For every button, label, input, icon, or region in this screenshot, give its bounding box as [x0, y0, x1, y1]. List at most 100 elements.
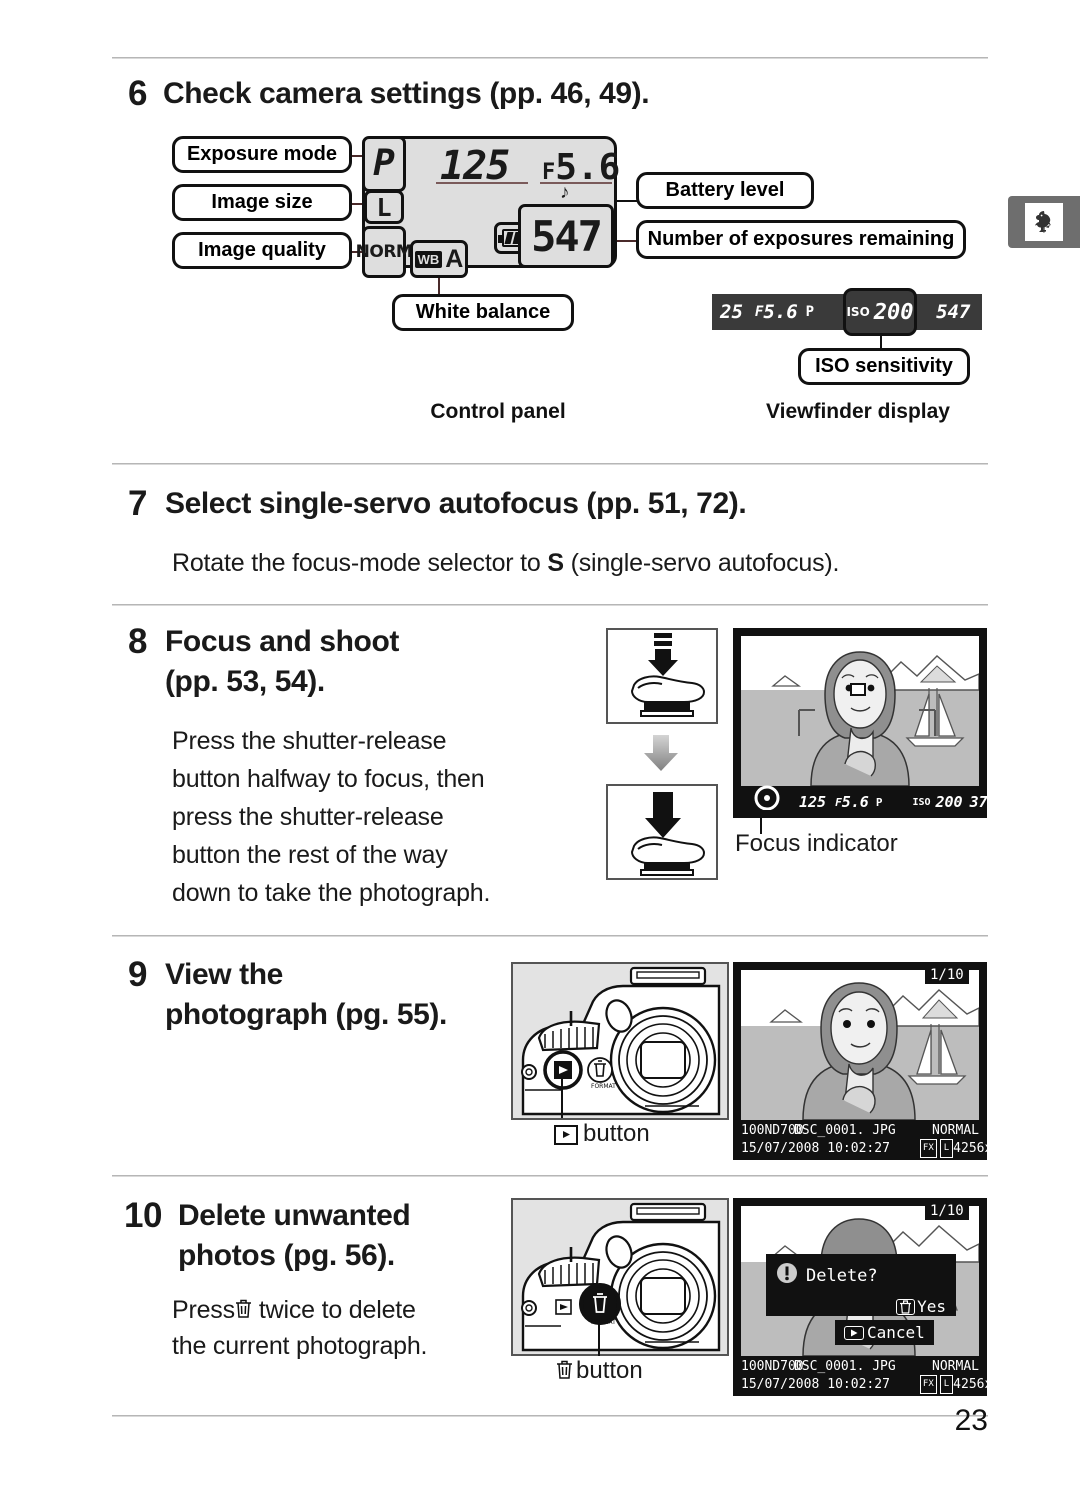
step-7-body-pre: Rotate the focus-mode selector to: [172, 549, 548, 577]
delete-frame-counter: 1/10: [925, 1202, 969, 1220]
scene-iso-value: 200: [935, 793, 963, 811]
lcd-exposures-value: 547: [531, 211, 603, 261]
scene-shutter-speed: 125: [799, 793, 827, 811]
scene-iso-label: ISO: [912, 796, 931, 808]
lcd-exposures-remaining: 547: [518, 204, 614, 268]
step-10-title-line1: Delete unwanted: [177, 1199, 411, 1232]
illustration-shutter-full: [606, 784, 718, 880]
trash-icon: [235, 1292, 255, 1328]
playback-button-text: button: [583, 1120, 650, 1147]
rule-step9: [112, 935, 988, 937]
step-8-body-line: press the shutter-release: [172, 803, 444, 831]
lcd-wb-value: A: [445, 244, 464, 273]
step-8-body: Press the shutter-release button halfway…: [172, 722, 582, 912]
step-10-body-line: the current photograph.: [172, 1332, 428, 1360]
delete-time: 10:02:27: [827, 1377, 890, 1392]
playback-time: 10:02:27: [827, 1141, 890, 1156]
delete-info-bar: 100ND700 DSC_0001. JPG NORMAL 15/07/2008…: [741, 1358, 1024, 1394]
step-8-body-line: button the rest of the way: [172, 841, 448, 869]
vf-aperture: 5.6: [763, 301, 798, 323]
step-10-number: 10: [124, 1196, 162, 1235]
lcd-image-size: L: [364, 190, 404, 224]
lcd-image-quality: NORM: [356, 226, 413, 278]
step-7-body-post: (single-servo autofocus).: [563, 549, 840, 577]
caption-viewfinder-display: Viewfinder display: [765, 400, 950, 423]
callout-exposure-mode: Exposure mode: [172, 136, 352, 173]
step-7-body: Rotate the focus-mode selector to S (sin…: [172, 544, 1002, 582]
lcd-white-balance: WB A: [410, 240, 468, 278]
lcd-underline-aperture: [540, 182, 612, 184]
step-9-number: 9: [128, 955, 147, 994]
delete-quality: NORMAL: [932, 1359, 979, 1374]
vf-shutter-speed: 25: [720, 301, 743, 323]
step-10-heading: 10 Delete unwanted photos (pg. 56).: [124, 1196, 411, 1276]
caption-control-panel: Control panel: [430, 400, 566, 423]
callout-iso-sensitivity: ISO sensitivity: [798, 348, 970, 385]
manual-page: 6 Check camera settings (pp. 46, 49). Ex…: [0, 0, 1080, 1486]
callout-image-size: Image size: [172, 184, 352, 221]
step-9-title-line1: View the: [164, 958, 283, 991]
step-8-number: 8: [128, 622, 147, 661]
playback-date: 15/07/2008: [741, 1141, 820, 1156]
step-6-title: Check camera settings (pp. 46, 49).: [162, 77, 650, 110]
step-9-title-line2: photograph (pg. 55).: [164, 998, 447, 1031]
rule-bottom: [112, 1415, 988, 1417]
leader-exposures: [614, 240, 638, 242]
playback-format-tag: FX: [919, 1139, 937, 1158]
step-10-title-line2: photos (pg. 56).: [177, 1239, 395, 1272]
leader-playback-button: [561, 1076, 563, 1118]
step-8-body-line: button halfway to focus, then: [172, 765, 485, 793]
step-8-title-line1: Focus and shoot: [164, 625, 399, 658]
delete-date: 15/07/2008: [741, 1377, 820, 1392]
vf-iso-value: 200: [873, 299, 914, 325]
step-7-number: 7: [128, 484, 147, 523]
rule-step8: [112, 604, 988, 606]
scene-aperture: 5.6: [841, 793, 869, 811]
callout-white-balance: White balance: [392, 294, 574, 331]
playback-dimensions: 4256x2832: [953, 1141, 1024, 1156]
step-6-number: 6: [128, 74, 147, 113]
lcd-exposure-mode-value: P: [373, 143, 395, 184]
lcd-exposure-mode: P: [362, 136, 406, 192]
vf-iso-label: ISO: [846, 305, 870, 319]
label-focus-indicator: Focus indicator: [735, 830, 898, 857]
delete-filename: DSC_0001. JPG: [793, 1359, 896, 1374]
playback-info-bar: 100ND700 DSC_0001. JPG NORMAL 15/07/2008…: [741, 1122, 1024, 1158]
rule-step7: [112, 463, 988, 465]
step-8-heading: 8 Focus and shoot (pp. 53, 54).: [128, 622, 399, 702]
rule-top: [112, 57, 988, 59]
trash-icon: [556, 1358, 576, 1386]
step-7-title: Select single-servo autofocus (pp. 51, 7…: [164, 487, 747, 520]
leader-delete-button: [598, 1322, 600, 1356]
lcd-beep-icon: ♪: [560, 182, 570, 203]
delete-format-tag: FX: [919, 1375, 937, 1394]
playback-size-tag: L: [939, 1139, 954, 1158]
trash-icon: [896, 1298, 916, 1315]
delete-dialog-cancel[interactable]: Cancel: [835, 1320, 934, 1345]
delete-dialog-title: Delete?: [806, 1265, 878, 1286]
step-10-body-line: twice to delete: [258, 1296, 416, 1324]
page-number: 23: [954, 1404, 988, 1437]
callout-image-quality: Image quality: [172, 232, 352, 269]
step-10-body: Press twice to delete the current photog…: [172, 1292, 512, 1364]
lcd-image-size-value: L: [376, 192, 392, 222]
playback-icon: [844, 1325, 864, 1340]
callout-battery-level: Battery level: [636, 172, 814, 209]
playback-frame-counter: 1/10: [925, 966, 969, 984]
illustration-shutter-halfway: [606, 628, 718, 724]
scene-aperture-prefix: F: [835, 795, 842, 809]
leader-focus-indicator: [760, 812, 762, 834]
illustration-camera-back-playback: FORMAT: [511, 962, 729, 1120]
arrow-down-gradient-icon: [640, 733, 682, 773]
playback-icon: [554, 1124, 578, 1145]
scene-exposures-remaining: 37: [969, 793, 988, 811]
viewfinder-iso-box: ISO 200: [843, 288, 917, 336]
delete-dialog-cancel-label: Cancel: [867, 1323, 925, 1342]
svg-text:FORMAT: FORMAT: [591, 1083, 616, 1090]
vf-aperture-prefix: F: [754, 304, 764, 320]
callout-exposures-remaining: Number of exposures remaining: [636, 220, 966, 259]
delete-dialog-yes[interactable]: Yes: [917, 1297, 946, 1316]
scene-mode: P: [875, 795, 883, 809]
step-8-title-line2: (pp. 53, 54).: [164, 665, 325, 698]
lcd-image-quality-value: NORM: [355, 242, 413, 262]
